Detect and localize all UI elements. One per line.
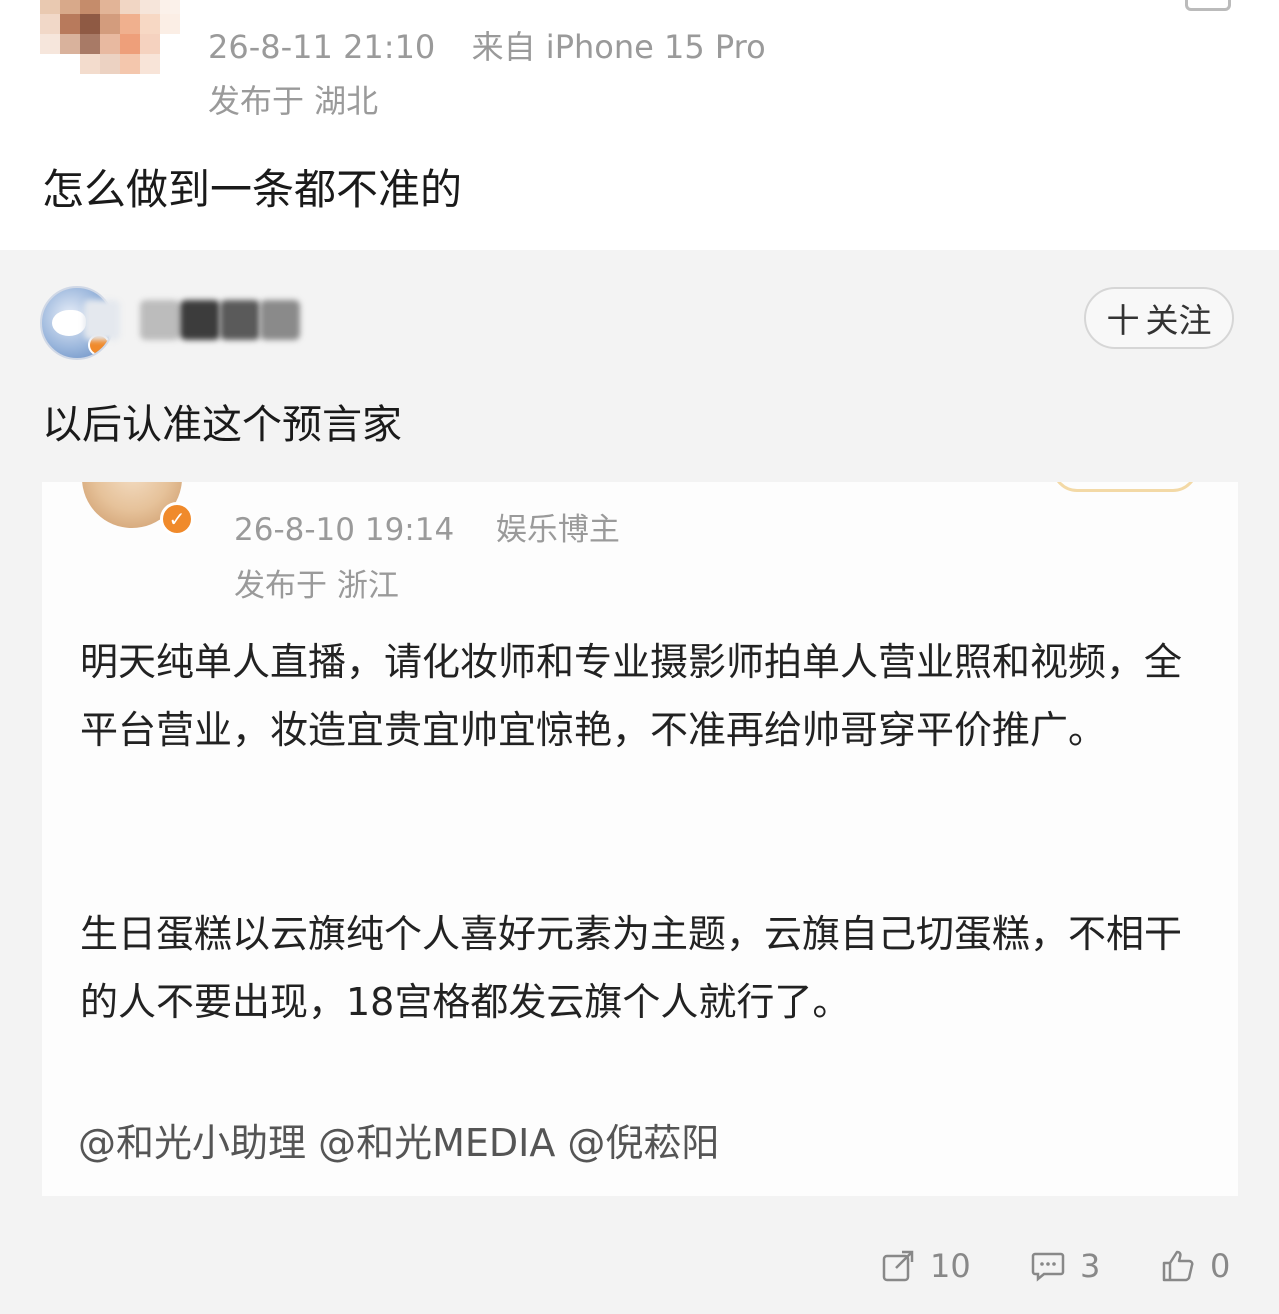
quoted-paragraph-1: 明天纯单人直播，请化妆师和专业摄影师拍单人营业照和视频，全平台营业，妆造宜贵宜帅… [80,640,1183,752]
blurred-username-part [220,300,260,340]
plus-icon: 十 [1106,301,1140,340]
quoted-follow-button [1052,482,1198,492]
share-count: 10 [930,1247,971,1285]
comment-count: 3 [1080,1247,1101,1285]
blurred-username-part [260,300,300,340]
quoted-location: 发布于 浙江 [234,568,399,604]
comment-button[interactable]: 3 [1030,1246,1100,1286]
author-avatar[interactable] [40,0,180,80]
quoted-tag: 娱乐博主 [495,512,620,548]
share-icon [882,1250,914,1282]
top-post-card: 26-8-11 21:10 来自 iPhone 15 Pro 发布于 湖北 怎么… [0,0,1279,250]
quoted-timestamp: 26-8-10 19:14 [234,512,455,548]
post-meta: 26-8-11 21:10 来自 iPhone 15 Pro [208,22,766,68]
quoted-paragraph-2: 生日蛋糕以云旗纯个人喜好元素为主题，云旗自己切蛋糕，不相干的人不要出现，18宫格… [80,912,1183,1024]
like-button[interactable]: 0 [1160,1246,1230,1286]
like-count: 0 [1210,1247,1231,1285]
post-source: 来自 iPhone 15 Pro [471,28,766,66]
comment-icon [1031,1252,1065,1282]
repost-text: 以后认准这个预言家 [42,402,402,448]
follow-label: 关注 [1145,301,1212,340]
favorite-icon[interactable] [1185,0,1231,11]
post-text: 怎么做到一条都不准的 [42,165,463,214]
quoted-meta: 26-8-10 19:14 娱乐博主 [234,504,620,549]
post-location: 发布于 湖北 [208,82,379,120]
blurred-username-part [140,300,180,340]
quoted-mentions[interactable]: @和光小助理 @和光MEDIA @倪菘阳 [78,1112,719,1167]
bird-avatar-icon [52,310,86,336]
blurred-username-part [180,300,220,340]
blurred-username[interactable] [84,300,120,340]
verified-badge-icon: ✓ [160,502,194,536]
post-timestamp: 26-8-11 21:10 [208,28,436,66]
like-icon [1162,1250,1194,1282]
share-button[interactable]: 10 [880,1246,971,1286]
quoted-post-card[interactable]: ✓ 26-8-10 19:14 娱乐博主 发布于 浙江 明天纯单人直播，请化妆师… [42,482,1238,1196]
follow-button[interactable]: 十 关注 [1084,287,1234,349]
